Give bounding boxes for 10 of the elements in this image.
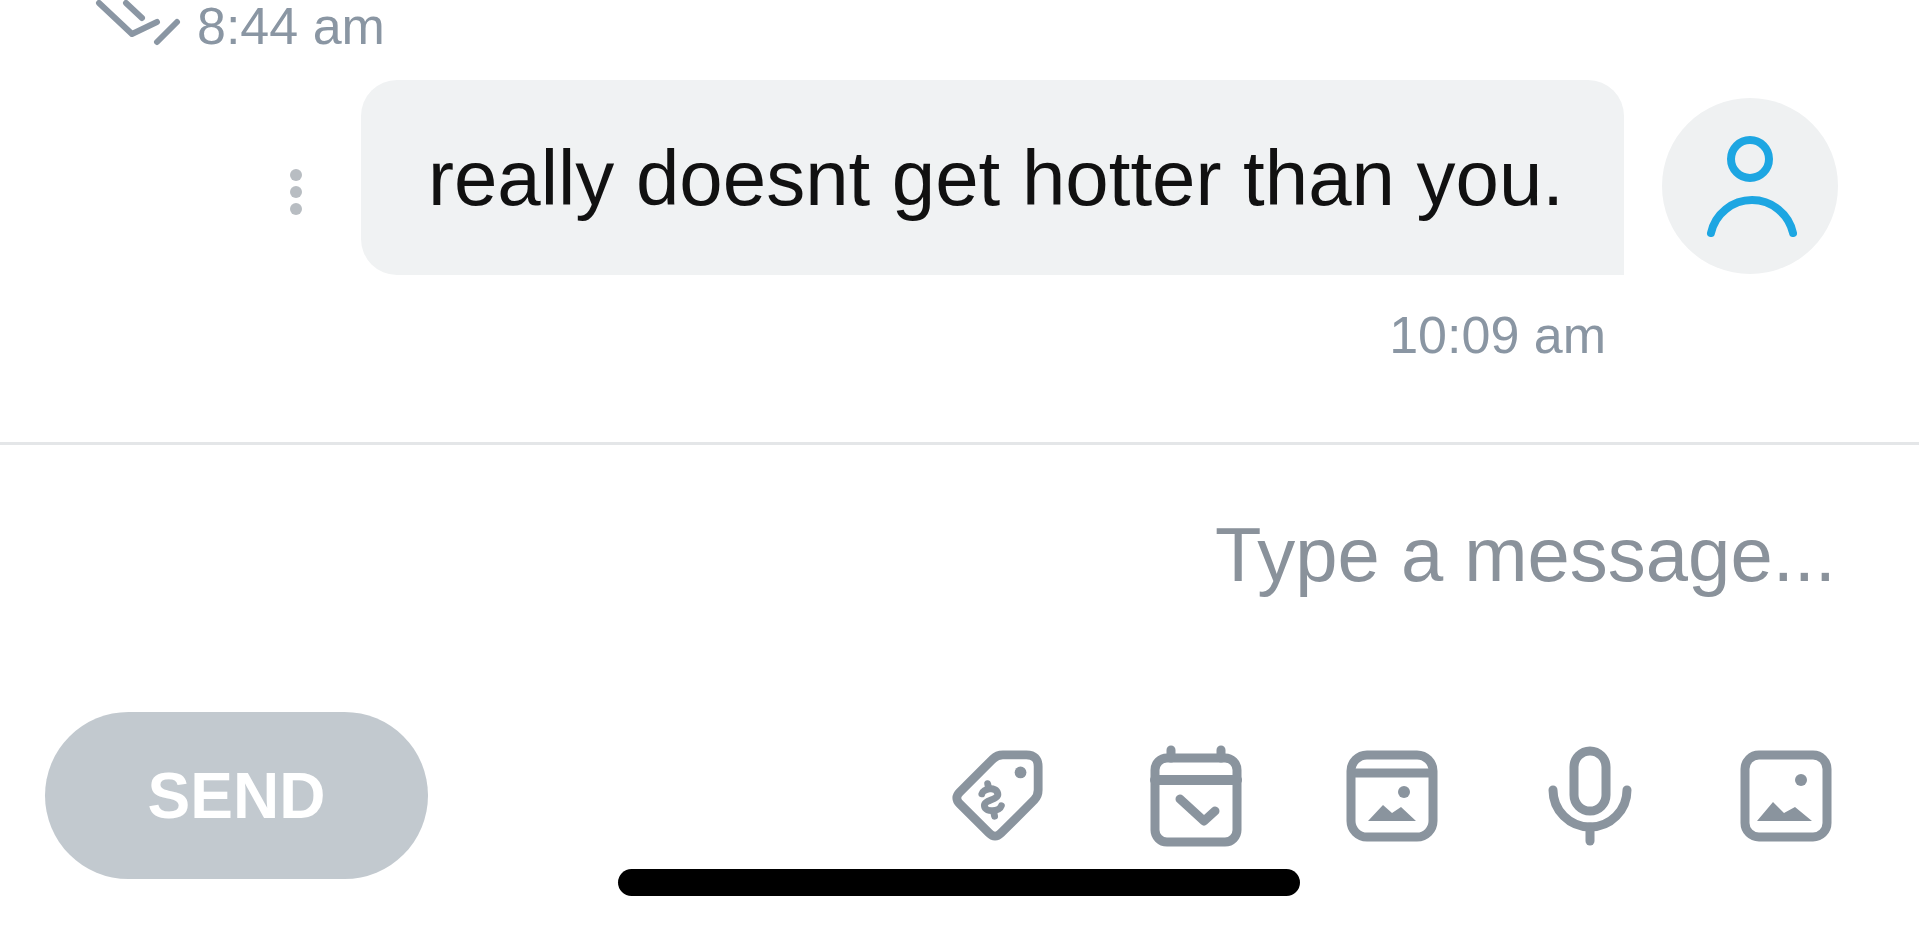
more-options-icon[interactable]	[289, 168, 303, 216]
microphone-icon[interactable]	[1548, 745, 1632, 846]
calendar-icon[interactable]	[1150, 744, 1242, 847]
gallery-icon[interactable]	[1346, 749, 1438, 842]
avatar-icon	[1662, 98, 1838, 274]
message-time: 10:09 am	[1389, 309, 1606, 361]
double-check-icon	[95, 0, 181, 46]
message-time: 8:44 am	[197, 0, 385, 52]
message-input[interactable]: Type a message...	[60, 494, 1836, 614]
image-icon[interactable]	[1740, 749, 1832, 842]
